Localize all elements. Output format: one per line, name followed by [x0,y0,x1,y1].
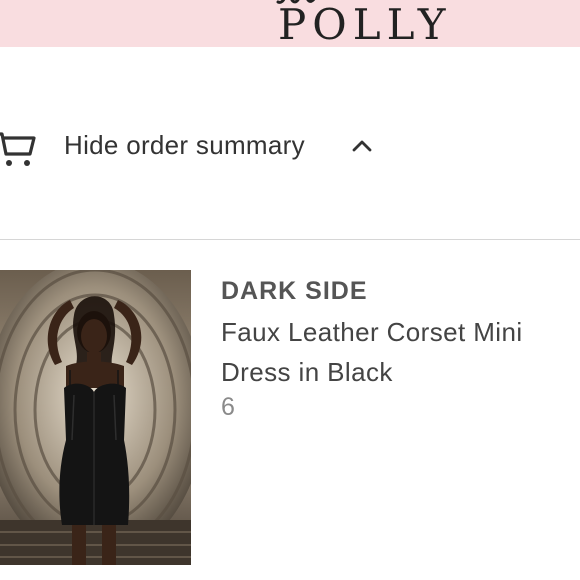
product-title: Faux Leather Corset Mini Dress in Black [221,317,523,387]
order-summary-toggle[interactable]: Hide order summary [0,118,420,176]
order-summary-label: Hide order summary [64,130,305,160]
product-variant-size: 6 [221,393,235,421]
store-header: POLLY [0,0,580,47]
store-logo[interactable]: POLLY [278,3,452,47]
product-thumbnail [0,270,191,565]
chevron-up-icon [352,140,372,152]
cart-icon [0,132,36,166]
product-brand: DARK SIDE [221,277,368,305]
section-divider [0,239,580,240]
